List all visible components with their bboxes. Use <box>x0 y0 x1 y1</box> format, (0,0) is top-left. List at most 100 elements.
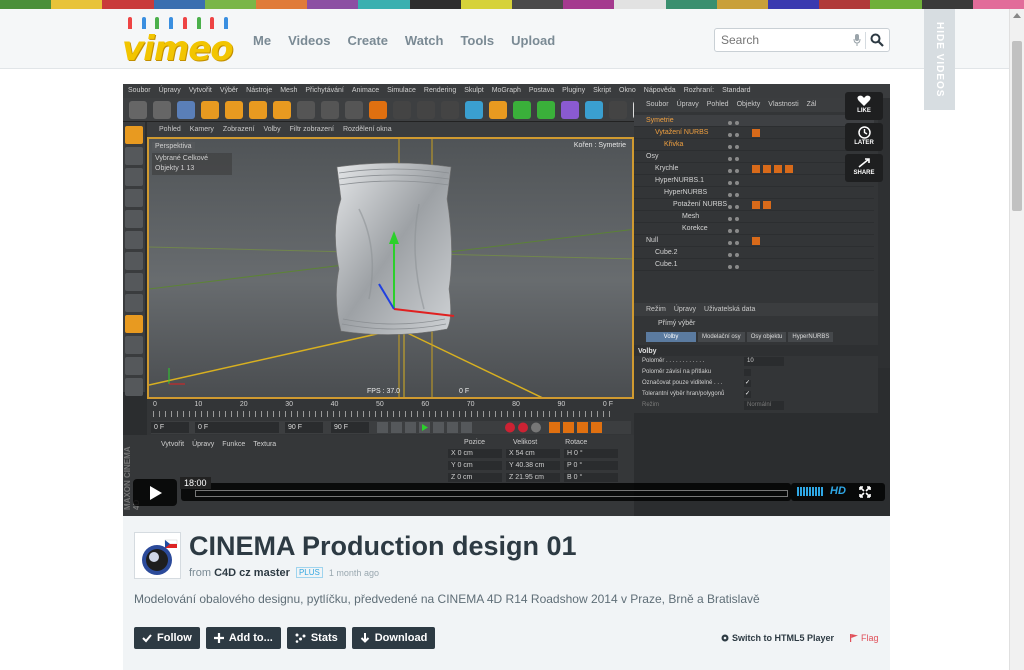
c4d-menu-item[interactable]: Rozhraní: <box>684 87 714 94</box>
material-menu-item[interactable]: Textura <box>253 441 276 448</box>
c4d-menu-item[interactable]: Výběr <box>220 87 238 94</box>
objmgr-menu-item[interactable]: Pohled <box>707 101 729 108</box>
objmgr-menu-item[interactable]: Vlastnosti <box>768 101 798 108</box>
toolbar-tool-icon[interactable] <box>417 101 435 119</box>
progress-bar[interactable] <box>181 483 791 501</box>
viewport-label[interactable]: Perspektiva <box>152 142 195 151</box>
left-tool-icon[interactable] <box>125 378 143 396</box>
object-row[interactable]: Korekce <box>634 223 874 235</box>
follow-button[interactable]: Follow <box>134 627 200 649</box>
c4d-menu-item[interactable]: MoGraph <box>492 87 521 94</box>
tag-icon[interactable] <box>763 201 771 209</box>
tag-icon[interactable] <box>763 165 771 173</box>
viewport-menu-item[interactable]: Zobrazení <box>223 126 255 133</box>
object-row[interactable]: HyperNURBS <box>634 187 874 199</box>
visibility-flags[interactable] <box>728 178 746 185</box>
visibility-flags[interactable] <box>728 166 746 173</box>
toolbar-tool-icon[interactable] <box>513 101 531 119</box>
search-input[interactable] <box>721 32 851 48</box>
toolbar-tool-icon[interactable] <box>393 101 411 119</box>
fullscreen-icon[interactable] <box>859 486 871 498</box>
object-row[interactable]: Vytažení NURBS <box>634 127 874 139</box>
scrollbar-thumb[interactable] <box>1012 41 1022 211</box>
attr-tab[interactable]: HyperNURBS <box>788 332 834 342</box>
left-tool-icon[interactable] <box>125 147 143 165</box>
c4d-menu-item[interactable]: Skript <box>593 87 611 94</box>
object-tags[interactable] <box>752 201 774 209</box>
scroll-up-arrow-icon[interactable] <box>1013 13 1021 18</box>
coord-field[interactable]: P 0 ° <box>564 461 618 470</box>
visibility-flags[interactable] <box>728 250 746 257</box>
c4d-menu-item[interactable]: Simulace <box>387 87 416 94</box>
material-menu-item[interactable]: Vytvořit <box>161 441 184 448</box>
attr-tab[interactable]: Osy objektu <box>746 332 787 342</box>
nav-create[interactable]: Create <box>347 33 387 48</box>
record-buttons[interactable] <box>505 422 625 433</box>
attr-value[interactable]: 10 <box>744 357 784 366</box>
visibility-flags[interactable] <box>728 118 746 125</box>
toolbar-tool-icon[interactable] <box>441 101 459 119</box>
object-row[interactable]: Null <box>634 235 874 247</box>
toolbar-tool-icon[interactable] <box>297 101 315 119</box>
later-button[interactable]: LATER <box>845 123 883 151</box>
owner-avatar[interactable] <box>134 532 181 579</box>
search-icon[interactable] <box>870 33 884 47</box>
progress-track[interactable] <box>195 490 788 497</box>
toolbar-tool-icon[interactable] <box>465 101 483 119</box>
owner-link[interactable]: C4D cz master <box>214 567 290 579</box>
c4d-menu-item[interactable]: Rendering <box>424 87 456 94</box>
visibility-flags[interactable] <box>728 238 746 245</box>
coord-field[interactable]: Y 40.38 cm <box>506 461 560 470</box>
tl-end-field[interactable]: 90 F <box>331 422 369 433</box>
attr-menu-item[interactable]: Uživatelská data <box>704 306 755 313</box>
visibility-flags[interactable] <box>728 202 746 209</box>
toolbar-tool-icon[interactable] <box>225 101 243 119</box>
attr-checkbox[interactable]: ✓ <box>744 380 751 387</box>
attr-tab[interactable]: Modelační osy <box>698 332 745 342</box>
page-scrollbar[interactable] <box>1009 9 1024 670</box>
flag-link[interactable]: Flag <box>850 633 879 643</box>
coord-field[interactable]: X 0 cm <box>448 449 502 458</box>
c4d-menu-item[interactable]: Úpravy <box>159 87 181 94</box>
left-tool-icon[interactable] <box>125 336 143 354</box>
viewport-menu-item[interactable]: Kamery <box>190 126 214 133</box>
c4d-menu-item[interactable]: Vytvořit <box>189 87 212 94</box>
object-tags[interactable] <box>752 129 763 137</box>
object-row[interactable]: Cube.2 <box>634 247 874 259</box>
attr-value[interactable]: Normální <box>744 401 784 410</box>
tl-min-field[interactable]: 0 F <box>195 422 279 433</box>
visibility-flags[interactable] <box>728 130 746 137</box>
download-button[interactable]: Download <box>351 627 436 649</box>
visibility-flags[interactable] <box>728 226 746 233</box>
left-tool-icon[interactable] <box>125 189 143 207</box>
objmgr-menu-item[interactable]: Soubor <box>646 101 669 108</box>
attr-checkbox[interactable] <box>744 369 751 376</box>
volume-control[interactable] <box>797 487 823 496</box>
viewport-menu-item[interactable]: Volby <box>263 126 280 133</box>
tag-icon[interactable] <box>752 237 760 245</box>
video-player[interactable]: Soubor Úpravy Vytvořit Výběr Nástroje Mesh Při… <box>123 84 890 516</box>
object-row[interactable]: Krychle <box>634 163 874 175</box>
left-tool-icon[interactable] <box>125 168 143 186</box>
c4d-menu-item[interactable]: Přichytávání <box>305 87 344 94</box>
left-tool-icon[interactable] <box>125 252 143 270</box>
viewport-menu-item[interactable]: Filtr zobrazení <box>290 126 334 133</box>
objmgr-menu-item[interactable]: Objekty <box>737 101 761 108</box>
objmgr-menu-item[interactable]: Úpravy <box>677 101 699 108</box>
toolbar-tool-icon[interactable] <box>609 101 627 119</box>
tag-icon[interactable] <box>774 165 782 173</box>
nav-videos[interactable]: Videos <box>288 33 330 48</box>
tl-max-field[interactable]: 90 F <box>285 422 323 433</box>
microphone-icon[interactable] <box>853 34 861 46</box>
c4d-menu-item[interactable]: Mesh <box>280 87 297 94</box>
nav-me[interactable]: Me <box>253 33 271 48</box>
object-row[interactable]: Osy <box>634 151 874 163</box>
coord-field[interactable]: H 0 ° <box>564 449 618 458</box>
attr-menu-item[interactable]: Režim <box>646 306 666 313</box>
nav-watch[interactable]: Watch <box>405 33 444 48</box>
vimeo-logo[interactable]: vimeo <box>122 17 234 69</box>
coord-field[interactable]: X 54 cm <box>506 449 560 458</box>
html5-switch-link[interactable]: Switch to HTML5 Player <box>721 633 834 643</box>
toolbar-tool-icon[interactable] <box>129 101 147 119</box>
coord-field[interactable]: Y 0 cm <box>448 461 502 470</box>
